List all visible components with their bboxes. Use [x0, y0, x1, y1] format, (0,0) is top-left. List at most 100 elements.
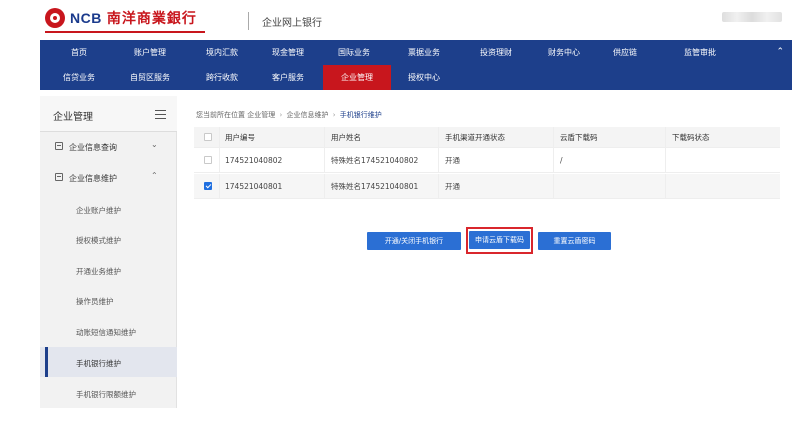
folder-icon	[55, 142, 63, 150]
breadcrumb-current: 手机银行维护	[339, 111, 382, 119]
nav-item-ftz[interactable]: 自贸区服务	[118, 65, 182, 90]
column-divider	[219, 174, 220, 198]
sidebar-item-label: 开通业务维护	[76, 267, 121, 276]
cell-user-name: 特殊姓名174521040802	[331, 155, 419, 165]
toggle-mobile-banking-button[interactable]: 开通/关闭手机银行	[367, 232, 461, 250]
column-header-code-status: 下载码状态	[672, 132, 710, 142]
nav-item-enterprise-mgmt[interactable]: 企业管理	[323, 65, 391, 90]
nav-row-2: 信贷业务 自贸区服务 跨行收款 客户服务 企业管理 授权中心	[40, 65, 792, 90]
ncb-logo-icon	[45, 8, 65, 28]
nav-item-international[interactable]: 国际业务	[324, 40, 384, 65]
nav-item-cash-mgmt[interactable]: 现金管理	[258, 40, 318, 65]
cell-mobile-status: 开通	[445, 181, 460, 191]
table-row[interactable]: 174521040802 特殊姓名174521040802 开通 /	[194, 148, 780, 173]
apply-download-code-button[interactable]: 申请云盾下载码	[469, 231, 530, 249]
table-row[interactable]: 174521040801 特殊姓名174521040801 开通	[194, 174, 780, 199]
breadcrumb-prefix: 您当前所在位置	[196, 111, 245, 119]
logo-chinese-text: 南洋商業銀行	[106, 11, 197, 27]
top-bar: NCB 南洋商業銀行 企业网上银行	[0, 0, 805, 40]
sidebar-item-label: 手机银行维护	[76, 359, 121, 368]
sidebar-group-label: 企业信息查询	[69, 143, 117, 152]
nav-item-credit[interactable]: 信贷业务	[54, 65, 104, 90]
sidebar: 企业管理 企业信息查询 ⌄ 企业信息维护 ⌃ 企业账户维护 授权模式维护 开通业…	[40, 96, 177, 408]
table-header-row: 用户编号 用户姓名 手机渠道开通状态 云盾下载码 下载码状态	[194, 127, 780, 148]
sidebar-item-mobile-banking[interactable]: 手机银行维护	[40, 347, 177, 377]
cell-download-code: /	[560, 155, 563, 165]
sidebar-item-sms-notify[interactable]: 动账短信通知维护	[40, 316, 177, 346]
cell-mobile-status: 开通	[445, 155, 460, 165]
column-divider	[665, 174, 666, 198]
sidebar-item-label: 手机银行限额维护	[76, 390, 136, 399]
column-header-user-id: 用户编号	[225, 132, 255, 142]
column-divider	[438, 174, 439, 198]
sidebar-header: 企业管理	[40, 96, 177, 132]
user-info-blurred[interactable]	[722, 12, 782, 22]
nav-item-finance-center[interactable]: 财务中心	[534, 40, 594, 65]
row-checkbox[interactable]	[204, 156, 212, 164]
sidebar-group-enterprise-query[interactable]: 企业信息查询 ⌄	[40, 132, 177, 162]
breadcrumb-separator: ›	[279, 111, 283, 119]
nav-row-1: 首页 账户管理 境内汇款 现金管理 国际业务 票据业务 投资理财 财务中心 供应…	[40, 40, 792, 65]
sidebar-item-label: 企业账户维护	[76, 206, 121, 215]
breadcrumb-crumb[interactable]: 企业管理	[247, 111, 275, 119]
sidebar-item-auth-mode[interactable]: 授权模式维护	[40, 224, 177, 254]
column-divider	[324, 174, 325, 198]
nav-item-investment[interactable]: 投资理财	[466, 40, 526, 65]
column-divider	[219, 127, 220, 147]
nav-collapse-icon[interactable]: ⌃	[776, 46, 784, 58]
header-divider	[248, 12, 249, 30]
bank-logo[interactable]: NCB 南洋商業銀行	[45, 8, 197, 28]
nav-item-interbank-collect[interactable]: 跨行收款	[192, 65, 252, 90]
column-divider	[219, 148, 220, 172]
reset-pin-button[interactable]: 重置云盾密码	[538, 232, 611, 250]
sidebar-item-account-maint[interactable]: 企业账户维护	[40, 194, 177, 224]
column-divider	[553, 174, 554, 198]
row-checkbox[interactable]	[204, 182, 212, 190]
sidebar-title: 企业管理	[53, 112, 93, 123]
sidebar-item-operator-maint[interactable]: 操作员维护	[40, 285, 177, 315]
logo-underline	[45, 31, 205, 33]
breadcrumb-crumb[interactable]: 企业信息维护	[287, 111, 329, 119]
sidebar-item-label: 操作员维护	[76, 297, 114, 306]
cell-user-name: 特殊姓名174521040801	[331, 181, 419, 191]
column-divider	[553, 127, 554, 147]
column-header-user-name: 用户姓名	[331, 132, 361, 142]
select-all-checkbox[interactable]	[204, 133, 212, 141]
sidebar-item-service-maint[interactable]: 开通业务维护	[40, 255, 177, 285]
nav-item-accounts[interactable]: 账户管理	[120, 40, 180, 65]
sidebar-item-label: 动账短信通知维护	[76, 328, 136, 337]
active-indicator	[45, 347, 48, 377]
site-title: 企业网上银行	[262, 18, 322, 29]
column-divider	[324, 127, 325, 147]
nav-item-supply-chain[interactable]: 供应链	[600, 40, 650, 65]
sidebar-item-label: 授权模式维护	[76, 236, 121, 245]
breadcrumb-separator: ›	[332, 111, 336, 119]
column-header-mobile-status: 手机渠道开通状态	[445, 132, 505, 142]
folder-icon	[55, 173, 63, 181]
menu-icon[interactable]	[155, 110, 166, 119]
chevron-down-icon: ⌄	[151, 140, 158, 149]
nav-item-bills[interactable]: 票据业务	[394, 40, 454, 65]
column-header-download-code: 云盾下载码	[560, 132, 598, 142]
sidebar-group-label: 企业信息维护	[69, 174, 117, 183]
main-content: 您当前所在位置 企业管理 › 企业信息维护 › 手机银行维护 用户编号 用户姓名…	[187, 96, 792, 408]
cell-user-id: 174521040801	[225, 181, 283, 191]
nav-item-domestic-remit[interactable]: 境内汇款	[192, 40, 252, 65]
column-divider	[438, 127, 439, 147]
nav-item-auth-center[interactable]: 授权中心	[394, 65, 454, 90]
nav-item-customer-service[interactable]: 客户服务	[258, 65, 318, 90]
column-divider	[553, 148, 554, 172]
sidebar-group-enterprise-maint[interactable]: 企业信息维护 ⌃	[40, 163, 177, 193]
chevron-up-icon: ⌃	[151, 171, 158, 180]
logo-ncb-text: NCB	[70, 10, 102, 26]
main-nav: 首页 账户管理 境内汇款 现金管理 国际业务 票据业务 投资理财 财务中心 供应…	[40, 40, 792, 90]
column-divider	[665, 127, 666, 147]
column-divider	[324, 148, 325, 172]
breadcrumb: 您当前所在位置 企业管理 › 企业信息维护 › 手机银行维护	[196, 110, 382, 120]
cell-user-id: 174521040802	[225, 155, 283, 165]
column-divider	[665, 148, 666, 172]
column-divider	[438, 148, 439, 172]
nav-item-home[interactable]: 首页	[54, 40, 104, 65]
nav-item-regulatory[interactable]: 监管审批	[670, 40, 730, 65]
sidebar-item-mobile-limit[interactable]: 手机银行限额维护	[40, 378, 177, 408]
